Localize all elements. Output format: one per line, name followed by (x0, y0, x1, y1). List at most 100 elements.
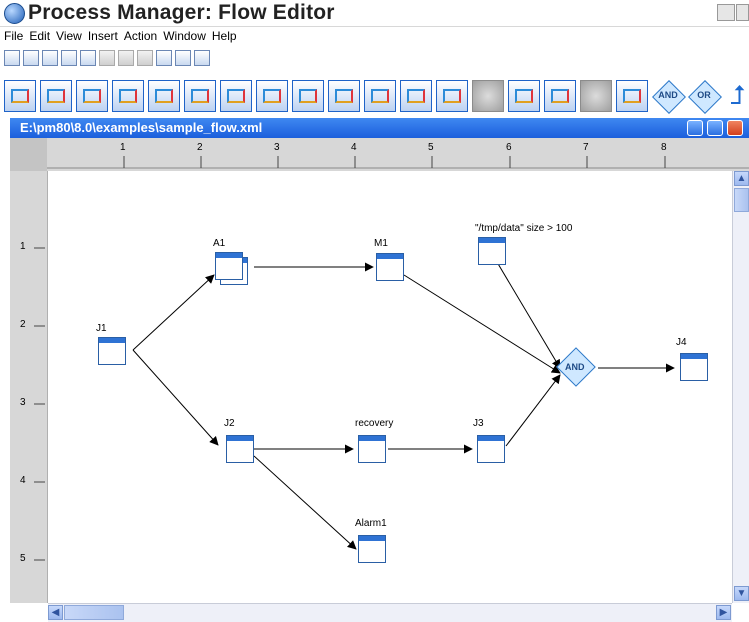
app-title-bar: Process Manager: Flow Editor (0, 0, 749, 27)
vertical-ruler-ticks (34, 247, 45, 561)
file-event-node[interactable] (478, 237, 506, 265)
or-gate-tool[interactable]: OR (688, 80, 722, 114)
calendar-event-icon[interactable] (436, 80, 468, 112)
hruler-label-5: 5 (428, 142, 434, 153)
doc-minimize-button[interactable] (687, 120, 703, 136)
flow-canvas[interactable]: J1 A1 M1 "/tmp/data" size > 100 AND J4 J… (48, 171, 732, 603)
scroll-up-icon[interactable]: ▲ (734, 171, 749, 186)
horizontal-scrollbar[interactable]: ◀ ▶ (48, 603, 732, 622)
alarm-icon[interactable] (544, 80, 576, 112)
scroll-down-icon[interactable]: ▼ (734, 586, 749, 601)
file-event-icon[interactable] (364, 80, 396, 112)
external-job-array-icon[interactable] (112, 80, 144, 112)
hruler-label-1: 1 (120, 142, 126, 153)
recovery-label: recovery (355, 418, 394, 429)
menu-insert[interactable]: Insert (84, 27, 120, 43)
hruler-label-3: 3 (274, 142, 280, 153)
alarm-node-alarm1[interactable] (358, 535, 386, 563)
m1-label: M1 (374, 238, 388, 249)
flow-toolbar: AND OR ⮥ ⇱ (4, 74, 749, 118)
horizontal-ruler: 1 2 3 4 5 6 7 8 (10, 138, 749, 172)
proxy-event-icon[interactable] (472, 80, 504, 112)
cut-icon[interactable] (99, 50, 115, 66)
back-icon[interactable] (194, 50, 210, 66)
job-array-node-a1-front[interactable] (215, 252, 243, 280)
document-path: E:\pm80\8.0\examples\sample_flow.xml (20, 120, 263, 135)
process-manager-icon (4, 3, 25, 24)
j2-label: J2 (224, 418, 235, 429)
time-event-icon[interactable] (400, 80, 432, 112)
job-node-j2[interactable] (226, 435, 254, 463)
vruler-label-5: 5 (20, 553, 26, 564)
job-server-icon[interactable] (148, 80, 180, 112)
manual-job-node-m1[interactable] (376, 253, 404, 281)
new-icon[interactable] (4, 50, 20, 66)
link-m1-and[interactable] (403, 274, 561, 374)
menu-window[interactable]: Window (159, 27, 208, 43)
hruler-label-4: 4 (351, 142, 357, 153)
vruler-label-3: 3 (20, 397, 26, 408)
job-node-j3[interactable] (477, 435, 505, 463)
menu-file[interactable]: File (0, 27, 25, 43)
static-flow-icon[interactable] (256, 80, 288, 112)
subflow-icon[interactable] (184, 80, 216, 112)
menu-edit[interactable]: Edit (25, 27, 52, 43)
subflow-array-icon[interactable] (220, 80, 252, 112)
vruler-label-2: 2 (20, 319, 26, 330)
paste-icon[interactable] (137, 50, 153, 66)
doc-close-button[interactable] (727, 120, 743, 136)
and-gate-tool[interactable]: AND (652, 80, 686, 114)
menu-help[interactable]: Help (208, 27, 239, 43)
menu-action[interactable]: Action (120, 27, 159, 43)
horizontal-scroll-thumb[interactable] (64, 605, 124, 620)
standard-toolbar (4, 46, 210, 70)
link-j2-alarm1[interactable] (253, 455, 357, 550)
minimize-button[interactable] (717, 4, 735, 21)
vertical-scroll-thumb[interactable] (734, 188, 749, 212)
hruler-label-7: 7 (583, 142, 589, 153)
link-j1-a1[interactable] (132, 274, 215, 351)
doc-restore-button[interactable] (707, 120, 723, 136)
vertical-scrollbar[interactable]: ▲ ▼ (732, 171, 749, 603)
flow-array-icon[interactable] (328, 80, 360, 112)
job-icon[interactable] (4, 80, 36, 112)
scroll-left-icon[interactable]: ◀ (48, 605, 63, 620)
subflow-node-recovery[interactable] (358, 435, 386, 463)
disabled-tool-icon[interactable] (580, 80, 612, 112)
document-title-bar: E:\pm80\8.0\examples\sample_flow.xml (10, 118, 749, 138)
scroll-right-icon[interactable]: ▶ (716, 605, 731, 620)
j1-label: J1 (96, 323, 107, 334)
job-node-j4[interactable] (680, 353, 708, 381)
menu-view[interactable]: View (52, 27, 84, 43)
dynamic-flow-icon[interactable] (292, 80, 324, 112)
flow-links (132, 256, 675, 550)
link-j1-j2[interactable] (132, 349, 219, 446)
hruler-label-8: 8 (661, 142, 667, 153)
j4-label: J4 (676, 337, 687, 348)
hruler-label-2: 2 (197, 142, 203, 153)
job-array-icon[interactable] (40, 80, 72, 112)
manual-job-icon[interactable] (508, 80, 540, 112)
file-event-label: "/tmp/data" size > 100 (475, 223, 573, 234)
alarm1-label: Alarm1 (355, 518, 387, 529)
print-preview-icon[interactable] (80, 50, 96, 66)
job-node-j1[interactable] (98, 337, 126, 365)
open-icon[interactable] (23, 50, 39, 66)
save-icon[interactable] (42, 50, 58, 66)
link-data-and[interactable] (493, 256, 561, 369)
external-job-icon[interactable] (76, 80, 108, 112)
zoom-in-icon[interactable] (156, 50, 172, 66)
zoom-out-icon[interactable] (175, 50, 191, 66)
a1-label: A1 (213, 238, 226, 249)
and-tool-label: AND (658, 90, 678, 100)
vruler-label-4: 4 (20, 475, 26, 486)
link-j3-and[interactable] (505, 374, 561, 447)
arrow-connector-icon[interactable]: ⮥ (724, 80, 749, 112)
or-tool-label: OR (697, 90, 711, 100)
and-gate-label: AND (565, 362, 585, 372)
app-title: Process Manager: Flow Editor (28, 1, 335, 24)
copy-icon[interactable] (118, 50, 134, 66)
link-icon[interactable] (616, 80, 648, 112)
maximize-button[interactable] (736, 4, 749, 21)
print-icon[interactable] (61, 50, 77, 66)
